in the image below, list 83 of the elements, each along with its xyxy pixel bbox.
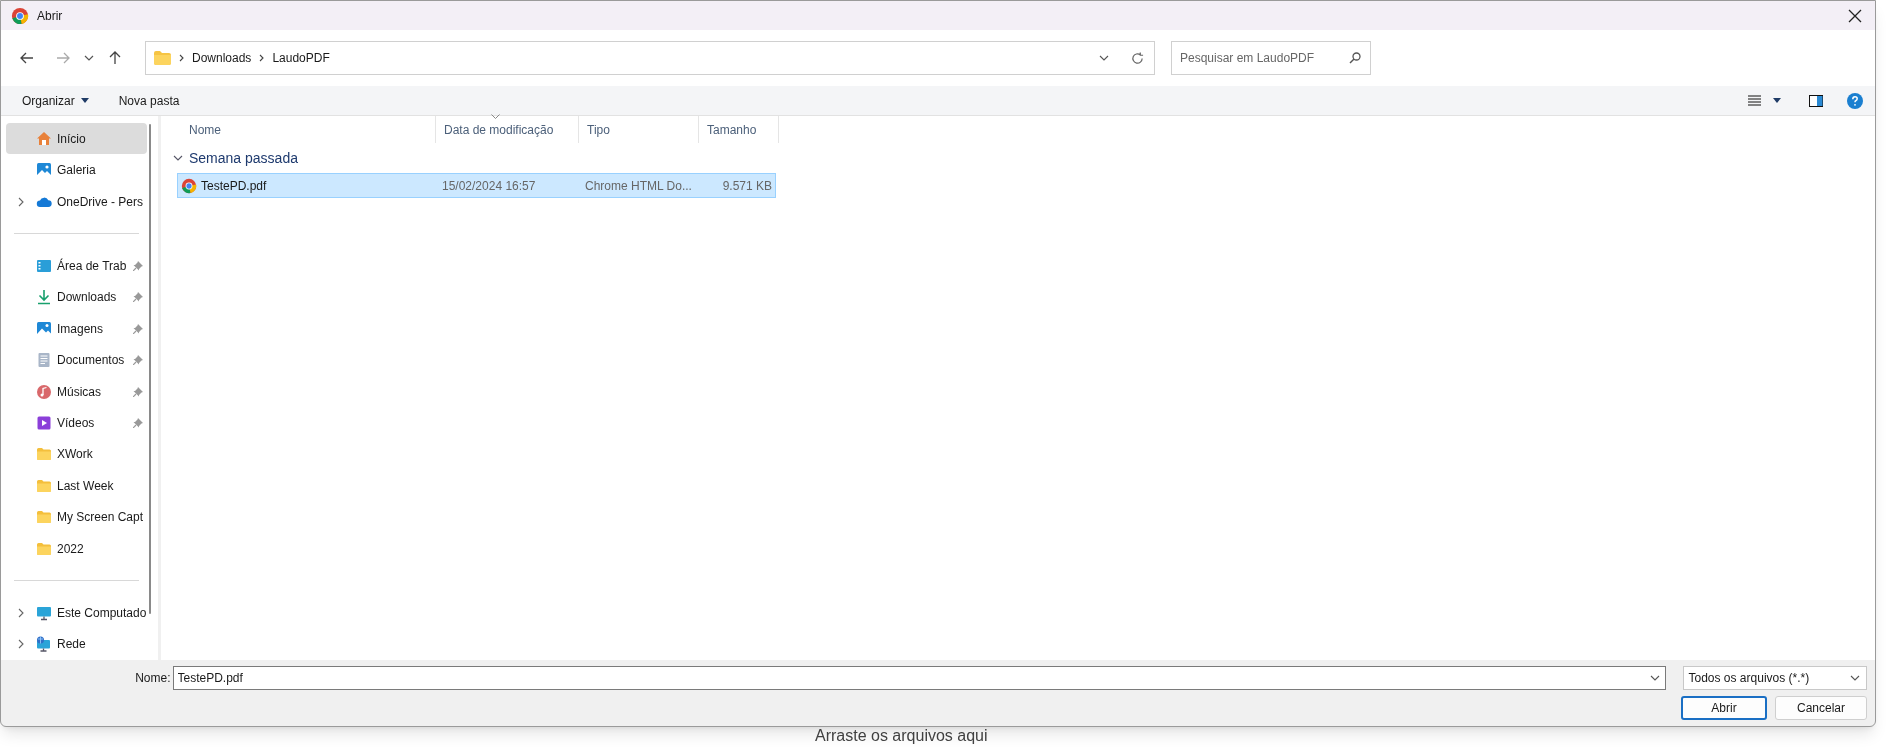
view-options-button[interactable] [1748, 95, 1781, 106]
pin-icon[interactable] [133, 292, 143, 303]
sidebar-item[interactable]: Downloads [6, 281, 147, 313]
sidebar-item[interactable]: Vídeos [6, 407, 147, 439]
monitor-icon [36, 604, 52, 621]
sidebar-item[interactable]: Músicas [6, 375, 147, 408]
pin-icon[interactable] [133, 260, 143, 271]
sidebar-item[interactable]: Rede [6, 628, 147, 661]
scrollbar[interactable] [149, 124, 151, 614]
dropdown-chevron-icon [1850, 675, 1860, 681]
column-header[interactable]: Nome [181, 116, 436, 143]
forward-arrow-icon [56, 52, 70, 64]
close-icon [1848, 8, 1862, 23]
column-header[interactable]: Tipo [579, 116, 699, 143]
group-header[interactable]: Semana passada [161, 143, 1875, 173]
cancel-button[interactable]: Cancelar [1775, 696, 1867, 720]
sidebar-item[interactable]: 2022 [6, 532, 147, 565]
sidebar-item[interactable]: Galeria [6, 154, 147, 186]
expand-chevron-icon[interactable] [18, 196, 24, 207]
refresh-icon[interactable] [1131, 51, 1144, 65]
organize-menu-button[interactable]: Organizar [22, 91, 89, 110]
file-name-label: Nome: [134, 670, 172, 687]
expand-chevron-icon[interactable] [18, 639, 24, 650]
sidebar-item[interactable]: Imagens [6, 313, 147, 345]
picture-icon [36, 320, 52, 337]
download-icon [36, 289, 52, 306]
folder-icon [36, 446, 52, 463]
breadcrumb-chevron-icon [259, 54, 265, 62]
pin-icon[interactable] [133, 323, 143, 334]
caret-down-icon [80, 98, 89, 103]
background-heading: Arraste os arquivos aqui [815, 728, 988, 746]
desktop-icon [36, 257, 52, 274]
pin-icon[interactable] [133, 355, 143, 366]
sidebar-item[interactable]: Início [6, 123, 147, 155]
document-icon [36, 352, 52, 369]
search-icon [1349, 52, 1361, 64]
dropdown-chevron-icon [1649, 675, 1660, 681]
caret-down-icon [1773, 98, 1781, 103]
help-icon[interactable] [1847, 92, 1863, 109]
details-view-icon [1748, 95, 1761, 106]
window-title: Abrir [37, 7, 63, 25]
pin-icon[interactable] [133, 386, 143, 397]
network-icon [36, 636, 52, 653]
back-arrow-icon [20, 52, 34, 64]
address-bar[interactable]: Downloads LaudoPDF [145, 41, 1155, 75]
chevron-down-icon [84, 55, 94, 61]
folder-icon [36, 477, 52, 494]
expand-chevron-icon[interactable] [18, 607, 24, 618]
file-name: TestePD.pdf [201, 177, 267, 195]
folder-icon [36, 540, 52, 557]
column-header[interactable]: Data de modificação [436, 116, 579, 143]
gallery-icon [36, 162, 52, 179]
preview-pane-icon[interactable] [1809, 94, 1823, 107]
file-size: 9.571 KB [721, 177, 773, 195]
modified-date: 15/02/2024 16:57 [442, 177, 537, 195]
breadcrumb-item[interactable]: Downloads [192, 49, 252, 67]
file-type: Chrome HTML Do... [585, 177, 693, 195]
file-name-field[interactable]: TestePD.pdf [172, 666, 1666, 690]
search-field[interactable]: Pesquisar em LaudoPDF [1171, 41, 1371, 75]
folder-icon [36, 509, 52, 526]
sidebar-item[interactable]: Documentos [6, 344, 147, 376]
pin-icon[interactable] [133, 417, 143, 428]
music-note-icon [36, 383, 52, 400]
sidebar-item[interactable]: Last Week [6, 470, 147, 502]
breadcrumb-chevron-icon [179, 54, 184, 62]
dropdown-chevron-icon[interactable] [1099, 55, 1109, 61]
chrome-logo-icon [181, 177, 197, 194]
sidebar-item[interactable]: My Screen Capt [6, 501, 147, 533]
folder-icon [154, 51, 171, 65]
sidebar-item[interactable]: Este Computado [6, 597, 147, 629]
file-row[interactable]: TestePD.pdf 15/02/2024 16:57 Chrome HTML Do... 9.571 KB [177, 173, 776, 198]
new-folder-button[interactable]: Nova pasta [118, 91, 180, 110]
home-icon [36, 130, 52, 147]
sidebar-item[interactable]: XWork [6, 438, 147, 471]
up-arrow-icon [109, 51, 121, 65]
sidebar-item[interactable]: Área de Trab [6, 250, 147, 282]
video-icon [36, 414, 52, 431]
chrome-logo-icon [11, 6, 29, 25]
file-type-dropdown[interactable]: Todos os arquivos (*.*) [1682, 666, 1867, 690]
open-button[interactable]: Abrir [1681, 696, 1767, 720]
sidebar-item[interactable]: OneDrive - Pers [6, 185, 147, 218]
column-header[interactable]: Tamanho [699, 116, 779, 143]
breadcrumb-item[interactable]: LaudoPDF [272, 49, 330, 67]
